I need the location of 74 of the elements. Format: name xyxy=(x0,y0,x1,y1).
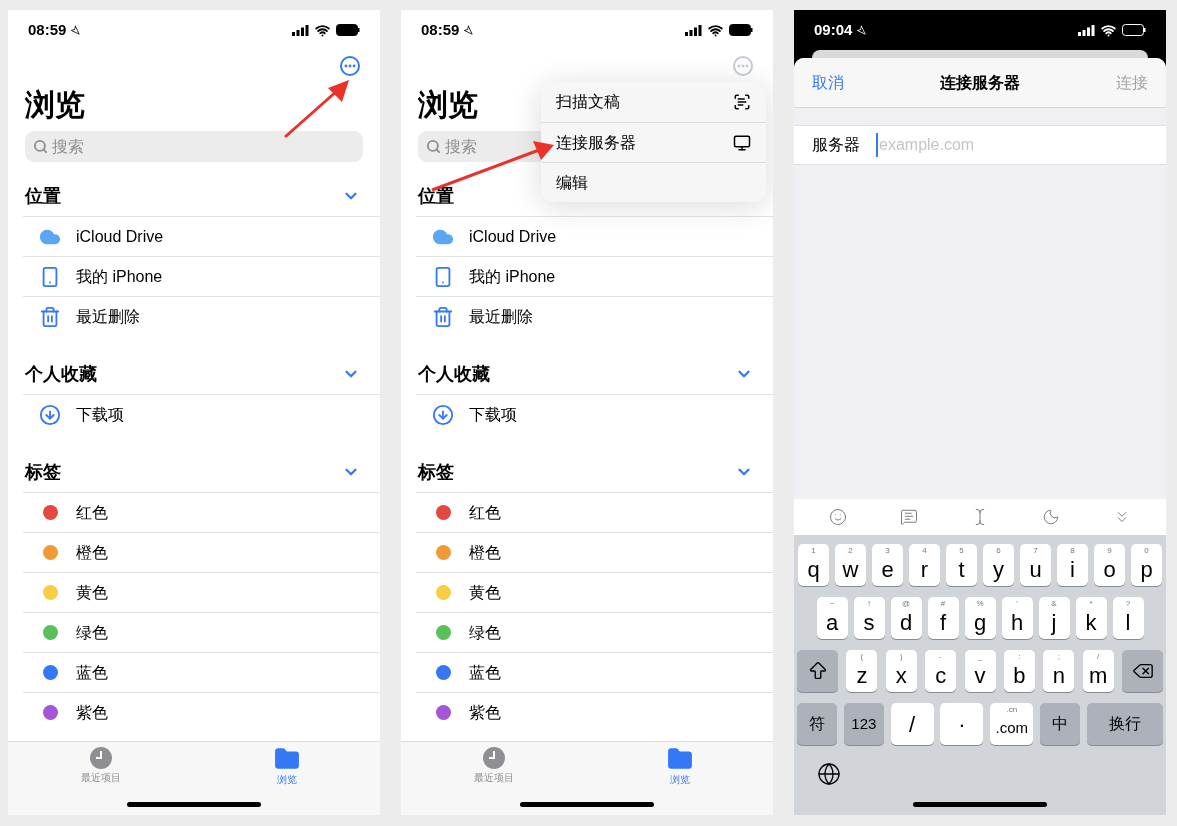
keyboard-key[interactable]: 3 e xyxy=(872,544,903,586)
page-title: 浏览 xyxy=(25,87,85,123)
field-label: 服务器 xyxy=(812,135,861,155)
server-row[interactable]: 服务器 example.com xyxy=(794,125,1166,165)
list-item[interactable]: 橙色 xyxy=(469,540,501,565)
list-item[interactable]: 绿色 xyxy=(469,620,501,645)
list-item[interactable]: 黄色 xyxy=(76,580,108,605)
list-item[interactable]: 绿色 xyxy=(76,620,108,645)
list-item[interactable]: 我的 iPhone xyxy=(469,264,556,289)
keyboard-key[interactable]: : b xyxy=(1003,650,1035,692)
sheet-title: 连接服务器 xyxy=(940,72,1020,93)
keyboard-key[interactable]: 2 w xyxy=(835,544,866,586)
keyboard-key[interactable]: % g xyxy=(964,597,996,639)
list-item[interactable]: 下载项 xyxy=(469,402,517,427)
list-item[interactable]: 我的 iPhone xyxy=(76,264,163,289)
section-header: 个人收藏 xyxy=(418,362,490,386)
keyboard-key[interactable]: _ v xyxy=(964,650,996,692)
section-header: 标签 xyxy=(418,460,454,484)
list-item[interactable]: iCloud Drive xyxy=(469,224,557,249)
keyboard-key[interactable]: / m xyxy=(1082,650,1114,692)
list-item[interactable]: 黄色 xyxy=(469,580,501,605)
list-item[interactable]: 蓝色 xyxy=(76,660,108,685)
status-time: 08:59 xyxy=(421,19,460,40)
keyboard-key[interactable]: 0 p xyxy=(1131,544,1162,586)
list-item[interactable]: 最近删除 xyxy=(469,304,533,329)
section-header: 位置 xyxy=(418,184,454,208)
status-time: 08:59 xyxy=(28,19,67,40)
keyboard-key[interactable]: .cn .com xyxy=(990,703,1034,745)
keyboard-key[interactable]: 符 xyxy=(797,703,837,745)
keyboard-key[interactable]: · xyxy=(940,703,984,745)
menu-item[interactable]: 扫描文稿 xyxy=(541,82,766,122)
list-item[interactable]: 红色 xyxy=(76,500,108,525)
keyboard-key[interactable]: * k xyxy=(1075,597,1107,639)
section-header: 个人收藏 xyxy=(25,362,97,386)
keyboard-key[interactable]: 9 o xyxy=(1094,544,1125,586)
keyboard-key[interactable]: 1 q xyxy=(798,544,829,586)
keyboard-key[interactable]: 6 y xyxy=(983,544,1014,586)
search-placeholder: 搜索 xyxy=(445,136,477,157)
menu-item[interactable]: 编辑 xyxy=(541,162,766,202)
section-header: 标签 xyxy=(25,460,61,484)
keyboard-key[interactable]: ! s xyxy=(853,597,885,639)
list-item[interactable]: 蓝色 xyxy=(469,660,501,685)
status-time: 09:04 xyxy=(814,19,853,40)
list-item[interactable]: 紫色 xyxy=(469,700,501,725)
keyboard-key[interactable]: ) x xyxy=(885,650,917,692)
keyboard-key[interactable]: ( z xyxy=(846,650,878,692)
list-item[interactable]: 下载项 xyxy=(76,402,124,427)
keyboard-key[interactable]: 7 u xyxy=(1020,544,1051,586)
keyboard-key[interactable]: # f xyxy=(927,597,959,639)
keyboard-key[interactable]: 换行 xyxy=(1086,703,1163,745)
keyboard-key[interactable]: 4 r xyxy=(909,544,940,586)
tab[interactable]: 浏览 xyxy=(194,742,380,787)
keyboard-key[interactable]: / xyxy=(890,703,934,745)
list-item[interactable]: 紫色 xyxy=(76,700,108,725)
keyboard-key[interactable]: & j xyxy=(1038,597,1070,639)
page-title: 浏览 xyxy=(418,87,478,123)
keyboard-key[interactable]: ; n xyxy=(1043,650,1075,692)
keyboard-key[interactable]: ? l xyxy=(1112,597,1144,639)
keyboard-key[interactable]: 5 t xyxy=(946,544,977,586)
keyboard-key[interactable]: ~ a xyxy=(816,597,848,639)
section-header: 位置 xyxy=(25,184,61,208)
keyboard-key[interactable]: 8 i xyxy=(1057,544,1088,586)
tab[interactable]: 浏览 xyxy=(587,742,773,787)
cancel-button[interactable]: 取消 xyxy=(812,70,844,95)
keyboard-key[interactable]: @ d xyxy=(890,597,922,639)
list-item[interactable]: 红色 xyxy=(469,500,501,525)
list-item[interactable]: 橙色 xyxy=(76,540,108,565)
keyboard-key[interactable]: - c xyxy=(925,650,957,692)
list-item[interactable]: 最近删除 xyxy=(76,304,140,329)
search-placeholder: 搜索 xyxy=(52,136,84,157)
list-item[interactable]: iCloud Drive xyxy=(76,224,164,249)
keyboard-key[interactable]: ' h xyxy=(1001,597,1033,639)
keyboard-key[interactable]: 123 xyxy=(843,703,884,745)
keyboard-key[interactable]: 中 xyxy=(1040,703,1081,745)
